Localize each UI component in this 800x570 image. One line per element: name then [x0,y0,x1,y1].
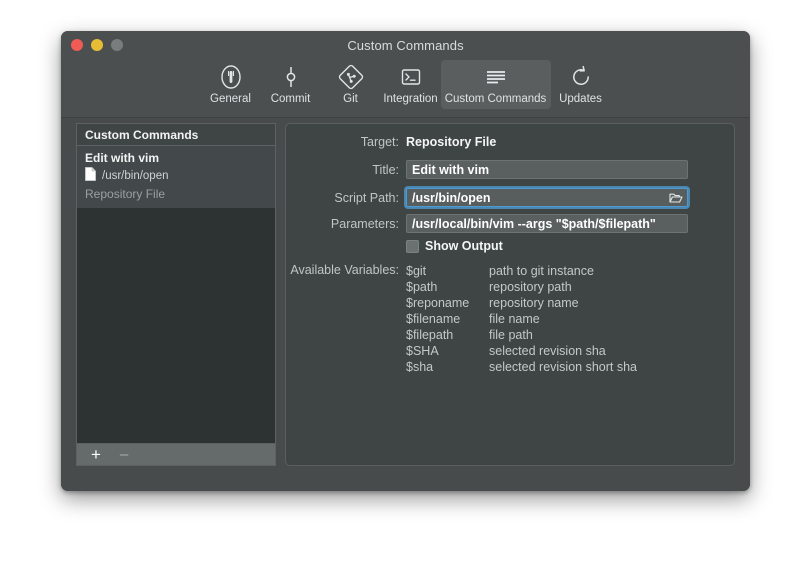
script-path-input[interactable]: /usr/bin/open [406,188,688,207]
variable-description: repository name [489,296,579,310]
toolbar-label-general: General [210,93,251,105]
add-command-button[interactable]: + [83,445,109,465]
variable-name: $SHA [406,344,439,358]
script-path-input-value: /usr/bin/open [412,190,491,205]
title-input[interactable]: Edit with vim [406,160,688,179]
parameters-label: Parameters: [330,216,399,231]
available-variables-table: $git path to git instance $path reposito… [406,263,637,375]
target-label: Target: [360,135,399,149]
toolbar-item-general[interactable]: General [201,60,261,109]
list-header-label: Custom Commands [85,127,199,142]
parameters-input-value: /usr/local/bin/vim --args "$path/$filepa… [412,216,656,231]
show-output-checkbox[interactable] [406,239,419,253]
title-row: Title: Edit with vim [286,160,688,179]
variable-description: path to git instance [489,264,594,278]
variable-name: $path [406,280,438,294]
list-header: Custom Commands [77,124,275,146]
variable-name: $filepath [406,328,454,342]
custom-commands-list[interactable]: Edit with vim /usr/bin/open Repository F… [77,146,275,443]
document-icon [85,167,96,185]
target-row: Target: Repository File [286,135,497,149]
toolbar-item-git[interactable]: Git [321,60,381,109]
variable-name: $reponame [406,296,470,310]
preferences-toolbar: General Commit Git Integration Custom Co… [61,60,750,118]
target-value[interactable]: Repository File [406,135,496,149]
window-titlebar: Custom Commands [61,31,750,60]
custom-commands-icon [481,62,511,92]
list-item[interactable]: Edit with vim /usr/bin/open Repository F… [77,146,275,208]
preferences-content: Custom Commands Edit with vim /usr/bin/o… [61,118,750,491]
preferences-window: Custom Commands General Commit Git Integ… [61,31,750,491]
toolbar-label-git: Git [343,93,358,105]
toolbar-label-commit: Commit [270,93,311,105]
toolbar-label-integration: Integration [383,93,438,105]
custom-commands-list-panel: Custom Commands Edit with vim /usr/bin/o… [76,123,276,466]
variable-name: $git [406,264,427,278]
toolbar-label-updates: Updates [559,93,602,105]
updates-icon [568,62,594,92]
integration-icon [398,62,424,92]
list-footer-toolbar: + – [77,443,275,465]
git-icon [338,62,364,92]
list-item-title: Edit with vim [85,151,160,165]
commit-icon [278,62,304,92]
command-detail-panel: Target: Repository File Title: Edit with… [285,123,735,466]
variable-description: file name [489,312,540,326]
remove-command-button[interactable]: – [111,445,137,465]
toolbar-label-custom-commands: Custom Commands [444,93,547,105]
title-label: Title: [372,162,399,177]
general-icon [218,62,244,92]
script-path-label: Script Path: [334,190,399,205]
toolbar-item-updates[interactable]: Updates [551,60,611,109]
title-input-value: Edit with vim [412,162,490,177]
variable-description: repository path [489,280,572,294]
parameters-input[interactable]: /usr/local/bin/vim --args "$path/$filepa… [406,214,688,233]
list-item-path: /usr/bin/open [102,170,169,182]
script-path-row: Script Path: /usr/bin/open [286,188,688,207]
variable-description: selected revision sha [489,344,606,358]
available-variables-row: Available Variables: $git path to git in… [286,263,637,375]
open-folder-icon[interactable] [668,191,683,205]
list-item-path-row: /usr/bin/open [85,167,267,185]
toolbar-item-commit[interactable]: Commit [261,60,321,109]
window-title: Custom Commands [347,38,464,53]
available-variables-label: Available Variables: [290,263,399,277]
toolbar-item-integration[interactable]: Integration [381,60,441,109]
variable-name: $filename [406,312,461,326]
parameters-row: Parameters: /usr/local/bin/vim --args "$… [286,214,688,233]
list-item-target: Repository File [85,187,166,201]
variable-description: selected revision short sha [489,360,637,374]
show-output-row[interactable]: Show Output [406,239,503,253]
variable-name: $sha [406,360,434,374]
toolbar-item-custom-commands[interactable]: Custom Commands [440,60,551,109]
show-output-label: Show Output [425,239,503,253]
variable-description: file path [489,328,533,342]
